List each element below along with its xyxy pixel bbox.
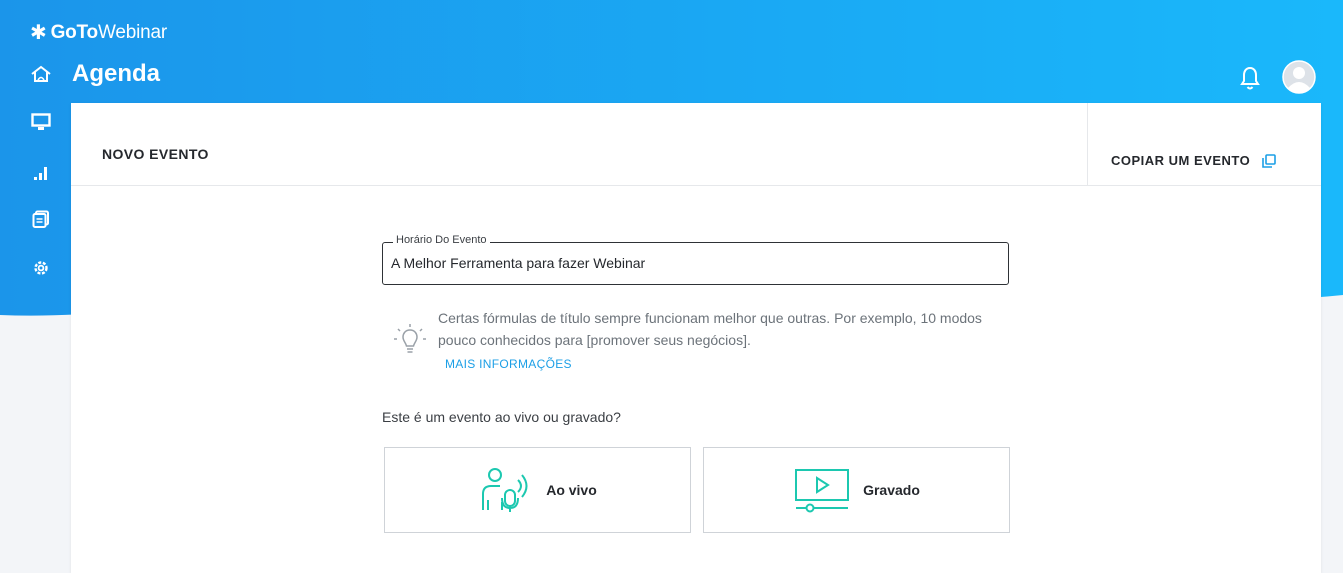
live-presenter-icon xyxy=(482,468,528,512)
recorded-video-icon xyxy=(795,469,850,513)
monitor-icon[interactable] xyxy=(28,110,54,134)
new-event-card: NOVO EVENTO COPIAR UM EVENTO Horário Do … xyxy=(71,103,1321,573)
home-icon[interactable] xyxy=(28,62,54,86)
copy-event-button[interactable]: COPIAR UM EVENTO xyxy=(1111,153,1277,168)
brand-webinar-text: Webinar xyxy=(97,21,167,43)
event-title-input[interactable] xyxy=(391,255,991,271)
live-event-option[interactable]: Ao vivo xyxy=(384,447,691,533)
live-option-label: Ao vivo xyxy=(546,482,597,498)
title-tip-text: Certas fórmulas de título sempre funcion… xyxy=(438,310,982,348)
logo-star-icon: ✱ xyxy=(30,22,47,44)
settings-icon[interactable] xyxy=(28,256,54,280)
lightbulb-icon xyxy=(393,324,427,360)
brand-goto-text: GoTo xyxy=(50,21,99,43)
header-divider xyxy=(1087,103,1088,185)
analytics-icon[interactable] xyxy=(28,160,54,184)
card-header: NOVO EVENTO COPIAR UM EVENTO xyxy=(71,103,1321,186)
bell-icon[interactable] xyxy=(1238,64,1262,92)
event-type-question: Este é um evento ao vivo ou gravado? xyxy=(382,409,621,425)
event-title-field[interactable]: Horário Do Evento xyxy=(382,234,1009,285)
copy-icon xyxy=(1262,153,1277,168)
event-title-label: Horário Do Evento xyxy=(393,234,490,246)
copy-event-label: COPIAR UM EVENTO xyxy=(1111,153,1251,168)
recorded-option-label: Gravado xyxy=(863,482,920,498)
user-avatar-icon[interactable] xyxy=(1282,60,1316,94)
brand-logo[interactable]: ✱ GoTo Webinar xyxy=(30,20,167,45)
more-info-link[interactable]: MAIS INFORMAÇÕES xyxy=(445,357,572,371)
recorded-event-option[interactable]: Gravado xyxy=(703,447,1010,533)
new-event-heading: NOVO EVENTO xyxy=(102,146,209,162)
copy-pages-icon[interactable] xyxy=(28,207,54,231)
page-title: Agenda xyxy=(72,60,161,87)
